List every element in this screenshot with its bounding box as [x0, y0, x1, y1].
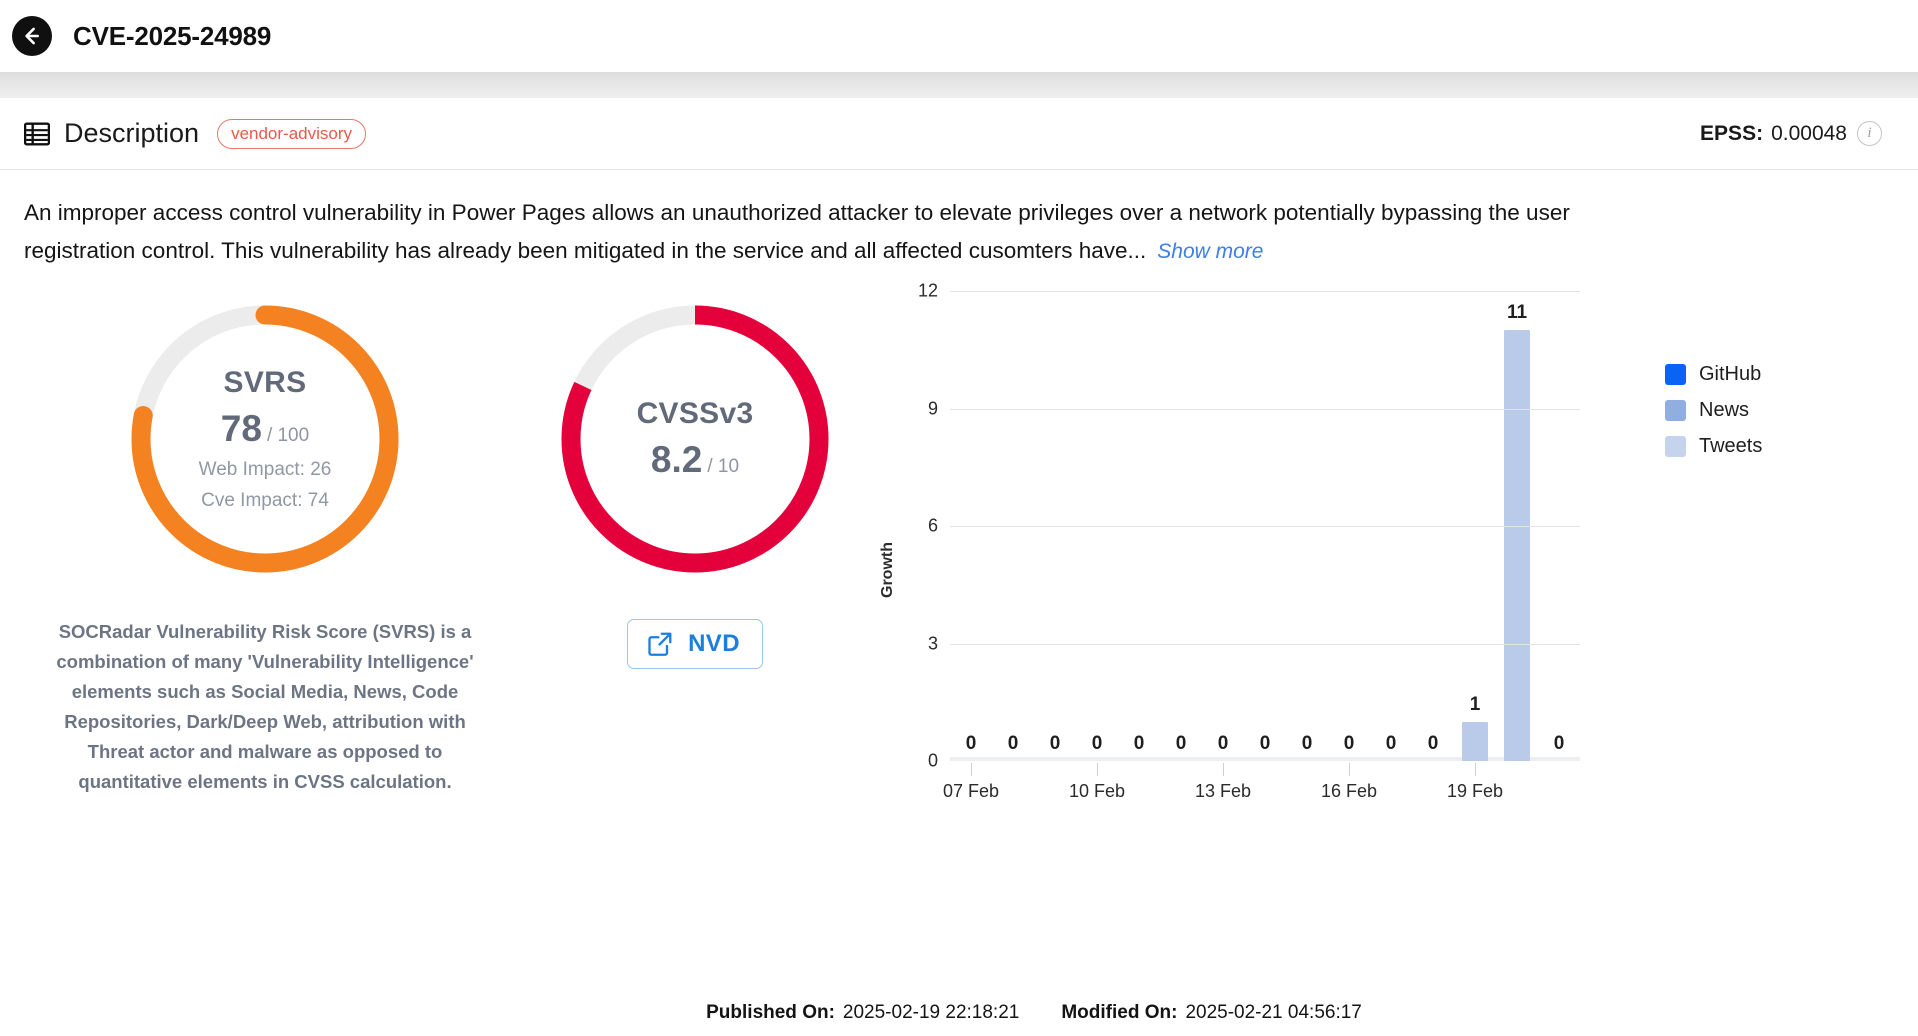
legend-swatch [1665, 363, 1686, 385]
svrs-panel: SVRS 78 / 100 Web Impact: 26 Cve Impact:… [0, 271, 530, 971]
page-title: CVE-2025-24989 [73, 20, 272, 51]
y-axis-tick-label: 6 [927, 515, 938, 536]
bar-value-label: 0 [1091, 733, 1103, 754]
epss-value: 0.00048 [1771, 121, 1847, 145]
bar-value-label: 0 [1385, 733, 1397, 754]
bar-value-label: 0 [1427, 733, 1439, 754]
cvss-donut-chart: CVSSv3 8.2 / 10 [545, 289, 845, 589]
bar-value-label: 0 [1175, 733, 1187, 754]
bar-value-label: 11 [1506, 302, 1528, 324]
svrs-description-note: SOCRadar Vulnerability Risk Score (SVRS)… [56, 621, 474, 792]
description-body: An improper access control vulnerability… [0, 170, 1620, 271]
nvd-button-label: NVD [688, 630, 740, 657]
show-more-link[interactable]: Show more [1157, 240, 1263, 263]
legend-item-github[interactable]: GitHub [1665, 356, 1762, 392]
legend-label: News [1699, 398, 1750, 421]
x-axis-tick-label: 16 Feb [1320, 781, 1378, 801]
chart-plot-area: 0 0 0 0 0 0 0 0 0 0 0 0 1 11 0 0 3 6 9 12 [918, 281, 1580, 771]
modified-on-label: Modified On: [1061, 1002, 1178, 1023]
bar[interactable] [1461, 721, 1489, 761]
main-content: SVRS 78 / 100 Web Impact: 26 Cve Impact:… [0, 271, 1918, 971]
legend-item-news[interactable]: News [1665, 392, 1762, 428]
legend-swatch [1665, 435, 1686, 457]
y-axis-tick-label: 12 [917, 280, 938, 301]
growth-chart-panel: Growth 0 0 0 0 0 0 0 0 0 0 0 0 1 11 0 0 3 6 9 12 07 Feb 10 … [860, 271, 1918, 971]
modified-on-value: 2025-02-21 04:56:17 [1185, 1002, 1362, 1023]
section-divider-band [0, 72, 1918, 98]
page-header: CVE-2025-24989 [0, 0, 1918, 72]
table-grid-icon [24, 122, 50, 146]
chart-legend: GitHub News Tweets [1665, 356, 1762, 464]
y-axis-tick-label: 3 [927, 633, 938, 653]
bar-value-label: 0 [1133, 733, 1145, 754]
gridline [950, 526, 1580, 527]
bar-value-label: 0 [1007, 733, 1019, 754]
gridline [950, 408, 1580, 410]
bar-value-label: 1 [1469, 693, 1481, 715]
y-axis-tick-label: 9 [927, 398, 938, 418]
published-on: Published On: 2025-02-19 22:18:21 [706, 1002, 1019, 1024]
bar-value-label: 0 [1301, 733, 1313, 754]
back-arrow-icon [19, 23, 45, 49]
description-text: An improper access control vulnerability… [24, 200, 1570, 263]
x-axis-tick-mark [971, 763, 972, 776]
gridline [950, 643, 1580, 645]
bar-value-label: 0 [1217, 733, 1229, 754]
x-axis-tick-label: 13 Feb [1194, 781, 1252, 801]
legend-item-tweets[interactable]: Tweets [1665, 428, 1762, 464]
x-axis-tick-mark [1097, 763, 1098, 776]
y-axis-tick-label: 0 [927, 750, 938, 771]
svrs-donut-chart: SVRS 78 / 100 Web Impact: 26 Cve Impact:… [115, 289, 415, 589]
epss-label: EPSS: [1700, 121, 1764, 145]
info-icon[interactable]: i [1857, 121, 1882, 146]
back-button[interactable] [12, 16, 52, 56]
bar-value-label: 0 [1259, 733, 1271, 754]
gridline [950, 291, 1580, 292]
bar-value-label: 0 [965, 733, 977, 754]
published-on-label: Published On: [706, 1002, 835, 1023]
footer-dates: Published On: 2025-02-19 22:18:21 Modifi… [0, 990, 1918, 1036]
bar-value-label: 0 [1553, 733, 1565, 754]
legend-label: GitHub [1699, 362, 1762, 385]
description-title: Description [64, 118, 200, 148]
y-axis-label: Growth [879, 542, 896, 598]
epss-block: EPSS: 0.00048 i [1700, 121, 1882, 146]
x-axis-tick-label: 19 Feb [1446, 781, 1504, 801]
x-axis-tick-mark [1223, 763, 1224, 776]
growth-bar-chart: Growth 0 0 0 0 0 0 0 0 0 0 0 0 1 11 0 0 3 6 9 12 07 Feb 10 … [879, 281, 1580, 881]
vendor-advisory-tag[interactable]: vendor-advisory [217, 118, 367, 149]
x-axis-tick-label: 07 Feb [942, 781, 1000, 801]
modified-on: Modified On: 2025-02-21 04:56:17 [1061, 1002, 1362, 1024]
x-axis-tick-label: 10 Feb [1068, 781, 1126, 801]
bar-value-label: 0 [1343, 733, 1355, 754]
bar-value-label: 0 [1049, 733, 1061, 754]
description-header-left: Description vendor-advisory [24, 118, 367, 149]
x-axis-ticks: 07 Feb 10 Feb 13 Feb 16 Feb 19 Feb [943, 763, 1580, 803]
published-on-value: 2025-02-19 22:18:21 [842, 1002, 1020, 1023]
x-axis-tick-mark [1349, 763, 1350, 776]
legend-label: Tweets [1699, 434, 1763, 457]
cvss-panel: CVSSv3 8.2 / 10 NVD [530, 271, 860, 971]
nvd-button[interactable]: NVD [627, 619, 763, 669]
description-header: Description vendor-advisory EPSS: 0.0004… [0, 98, 1918, 170]
legend-swatch [1665, 399, 1686, 421]
bar[interactable] [1503, 330, 1531, 761]
x-axis-tick-mark [1475, 763, 1476, 776]
external-link-icon [646, 630, 674, 658]
